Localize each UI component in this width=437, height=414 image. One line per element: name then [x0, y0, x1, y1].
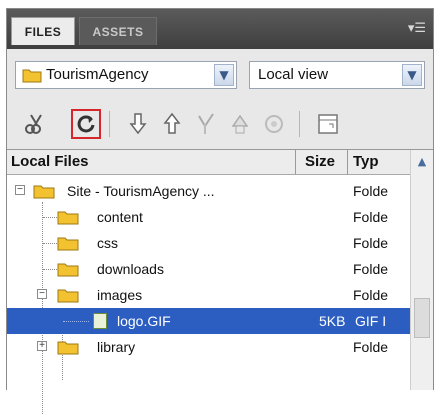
expand-toggle[interactable]: +: [37, 341, 47, 351]
folder-icon: [57, 211, 79, 225]
file-name: Site - TourismAgency ...: [67, 183, 215, 199]
synchronize-icon[interactable]: [259, 109, 289, 139]
file-type: Folde: [353, 235, 389, 251]
view-select[interactable]: Local view ▼: [249, 61, 425, 89]
collapse-toggle[interactable]: −: [37, 289, 47, 299]
file-type: GIF I: [355, 313, 387, 329]
tree-row-css[interactable]: css Folde: [7, 230, 411, 256]
tab-files[interactable]: FILES: [11, 17, 75, 45]
tree-row-site-root[interactable]: − Site - TourismAgency ... Folde: [7, 178, 411, 204]
tree-guide: [43, 217, 57, 218]
refresh-icon[interactable]: [71, 109, 101, 139]
scroll-up-icon[interactable]: ▲: [411, 150, 433, 174]
panel-tab-strip: FILES ASSETS ▾☰: [7, 9, 433, 49]
site-select-value: TourismAgency: [46, 66, 149, 83]
file-size: 5KB: [319, 313, 346, 329]
connect-icon[interactable]: [21, 109, 51, 139]
image-file-icon: [93, 313, 107, 329]
check-out-icon[interactable]: [191, 109, 221, 139]
tree-row-downloads[interactable]: downloads Folde: [7, 256, 411, 282]
put-files-icon[interactable]: [157, 109, 187, 139]
file-name: downloads: [97, 261, 164, 277]
tree-row-logo-gif[interactable]: logo.GIF 5KB GIF I: [7, 308, 411, 334]
panel-menu-icon[interactable]: ▾☰: [407, 21, 427, 37]
chevron-down-icon[interactable]: ▼: [402, 64, 422, 86]
file-name: logo.GIF: [117, 313, 171, 329]
column-type[interactable]: Typ: [353, 150, 379, 174]
file-type: Folde: [353, 339, 389, 355]
expand-icon[interactable]: [313, 109, 343, 139]
file-type: Folde: [353, 261, 389, 277]
column-header: Local Files Size Typ: [7, 150, 433, 175]
column-divider[interactable]: [295, 150, 296, 174]
folder-icon: [57, 263, 79, 277]
files-toolbar: [7, 101, 433, 145]
column-size[interactable]: Size: [305, 150, 335, 174]
chevron-down-icon[interactable]: ▼: [214, 64, 234, 86]
tree-guide: [63, 321, 89, 322]
file-type: Folde: [353, 209, 389, 225]
file-type: Folde: [353, 183, 389, 199]
tab-assets[interactable]: ASSETS: [79, 17, 157, 45]
check-in-icon[interactable]: [225, 109, 255, 139]
local-files-list: Local Files Size Typ − Site - TourismAge…: [7, 149, 433, 414]
toolbar-divider: [109, 111, 110, 137]
file-name: content: [97, 209, 143, 225]
get-files-icon[interactable]: [123, 109, 153, 139]
toolbar-divider: [299, 111, 300, 137]
folder-icon: [57, 341, 79, 355]
folder-icon: [22, 69, 42, 83]
tree-guide: [43, 269, 57, 270]
folder-icon: [57, 289, 79, 303]
vertical-scrollbar[interactable]: ▲: [410, 150, 433, 390]
tree-row-images[interactable]: − images Folde: [7, 282, 411, 308]
folder-icon: [33, 185, 55, 199]
folder-icon: [57, 237, 79, 251]
tree-row-content[interactable]: content Folde: [7, 204, 411, 230]
collapse-toggle[interactable]: −: [15, 185, 25, 195]
files-panel: FILES ASSETS ▾☰ TourismAgency ▼ Local vi…: [6, 8, 434, 414]
file-name: images: [97, 287, 143, 303]
file-name: library: [97, 339, 136, 355]
site-select[interactable]: TourismAgency ▼: [15, 61, 237, 89]
column-divider[interactable]: [347, 150, 348, 174]
view-select-value: Local view: [258, 66, 329, 83]
file-name: css: [97, 235, 118, 251]
tree-guide: [43, 243, 57, 244]
scrollbar-thumb[interactable]: [414, 298, 430, 338]
tree-row-library[interactable]: + library Folde: [7, 334, 411, 360]
column-local-files[interactable]: Local Files: [11, 150, 89, 174]
file-type: Folde: [353, 287, 389, 303]
